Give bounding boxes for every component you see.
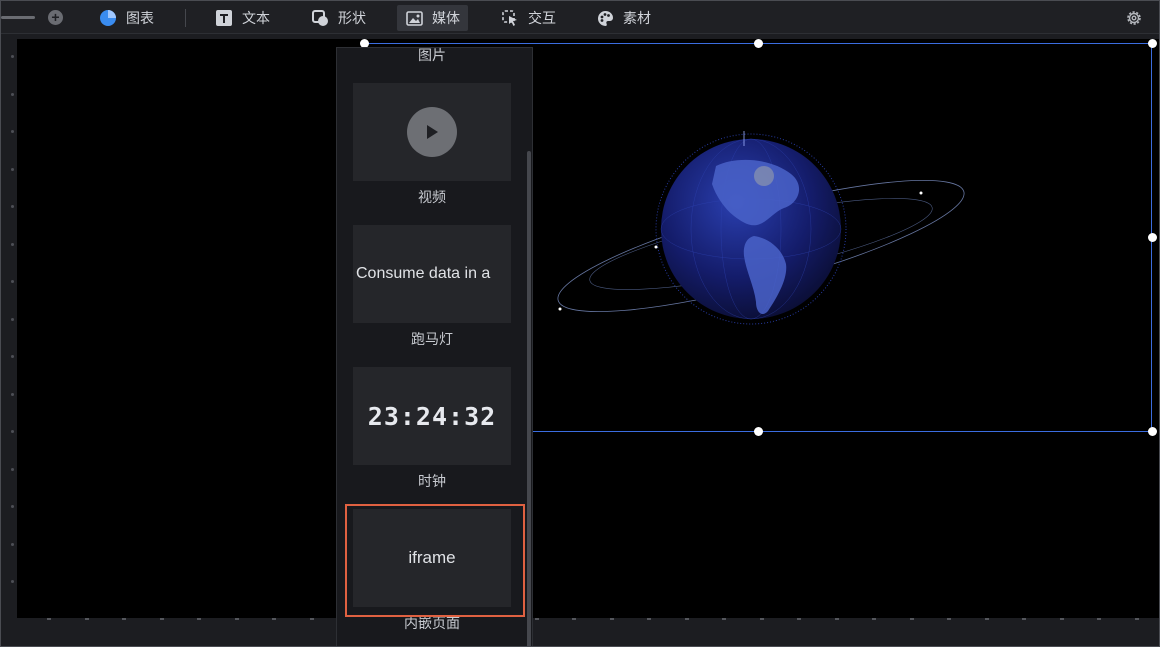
ruler-tick <box>11 167 14 171</box>
clock-preview-text: 23:24:32 <box>367 401 497 431</box>
resize-handle-right[interactable] <box>1148 233 1157 242</box>
media-item-image-label[interactable]: 图片 <box>336 45 528 65</box>
ruler-tick <box>909 618 914 620</box>
ruler-tick <box>797 618 801 620</box>
zoom-slider[interactable] <box>1 16 35 19</box>
ruler-tick <box>11 242 14 246</box>
ruler-tick <box>11 92 14 96</box>
ruler-tick <box>309 618 314 620</box>
ruler-tick <box>11 505 14 508</box>
top-toolbar: + 图表 文本 形状 媒体 交互 素材 <box>1 1 1159 34</box>
pointer-icon <box>501 9 519 27</box>
resize-handle-bottom[interactable] <box>754 427 763 436</box>
resize-handle-top-right[interactable] <box>1148 39 1157 48</box>
shape-icon <box>311 9 329 27</box>
toolbar-divider <box>185 9 186 27</box>
panel-scrollbar[interactable] <box>527 151 531 646</box>
ruler-tick <box>1097 618 1101 620</box>
ruler-tick <box>197 618 201 620</box>
toolbar-media-button[interactable]: 媒体 <box>397 5 468 31</box>
app-window: + 图表 文本 形状 媒体 交互 素材 图片 视频 Consume data i… <box>0 0 1160 647</box>
ruler-tick <box>11 580 14 583</box>
ruler-tick <box>609 618 614 620</box>
ruler-tick <box>11 55 14 58</box>
media-item-marquee-label: 跑马灯 <box>411 331 453 347</box>
ruler-tick <box>1059 618 1064 620</box>
toolbar-shape-label: 形状 <box>338 10 366 26</box>
palette-icon <box>596 9 614 27</box>
media-item-clock-label: 时钟 <box>418 473 446 489</box>
toolbar-text-button[interactable]: 文本 <box>207 5 278 31</box>
ruler-tick <box>11 430 14 433</box>
ruler-tick <box>759 618 764 620</box>
media-item-marquee[interactable]: Consume data in a <box>353 225 511 323</box>
globe-widget-image <box>557 131 965 325</box>
ruler-tick <box>122 618 126 620</box>
ruler-tick <box>11 542 14 546</box>
ruler-tick <box>534 618 539 620</box>
zoom-in-button[interactable]: + <box>48 10 63 25</box>
highlight-box <box>345 504 525 617</box>
ruler-tick <box>684 618 689 620</box>
media-item-video-label: 视频 <box>418 189 446 205</box>
ruler-tick <box>872 618 876 620</box>
resize-handle-top[interactable] <box>754 39 763 48</box>
toolbar-media-label: 媒体 <box>432 10 460 26</box>
text-icon <box>215 9 233 27</box>
ruler-tick <box>11 467 14 471</box>
ruler-tick <box>1022 618 1026 620</box>
ruler-tick <box>84 618 89 620</box>
ruler-tick <box>11 392 14 396</box>
toolbar-interaction-button[interactable]: 交互 <box>493 5 564 31</box>
ruler-tick <box>572 618 576 620</box>
ruler-tick <box>11 355 14 358</box>
ruler-tick <box>11 280 14 283</box>
toolbar-assets-button[interactable]: 素材 <box>588 5 659 31</box>
horizontal-ruler <box>17 618 1159 646</box>
ruler-tick <box>1134 618 1139 620</box>
toolbar-assets-label: 素材 <box>623 10 651 26</box>
ruler-tick <box>234 618 239 620</box>
ruler-tick <box>947 618 951 620</box>
marquee-preview-text: Consume data in a <box>356 265 491 282</box>
ruler-tick <box>984 618 989 620</box>
pie-chart-icon <box>99 9 117 27</box>
toolbar-chart-button[interactable]: 图表 <box>91 5 162 31</box>
ruler-tick <box>272 618 276 620</box>
ruler-tick <box>11 130 14 133</box>
ruler-tick <box>722 618 726 620</box>
image-icon <box>405 9 423 27</box>
vertical-ruler <box>1 35 17 618</box>
gear-icon[interactable] <box>1125 9 1143 27</box>
toolbar-text-label: 文本 <box>242 10 270 26</box>
play-icon <box>407 107 457 157</box>
toolbar-chart-label: 图表 <box>126 10 154 26</box>
ruler-tick <box>11 205 14 208</box>
ruler-tick <box>647 618 651 620</box>
ruler-tick <box>834 618 839 620</box>
toolbar-interaction-label: 交互 <box>528 10 556 26</box>
resize-handle-bottom-right[interactable] <box>1148 427 1157 436</box>
media-item-video[interactable] <box>353 83 511 181</box>
toolbar-shape-button[interactable]: 形状 <box>303 5 374 31</box>
ruler-tick <box>11 317 14 321</box>
ruler-tick <box>159 618 164 620</box>
media-item-clock[interactable]: 23:24:32 <box>353 367 511 465</box>
ruler-tick <box>47 618 51 620</box>
